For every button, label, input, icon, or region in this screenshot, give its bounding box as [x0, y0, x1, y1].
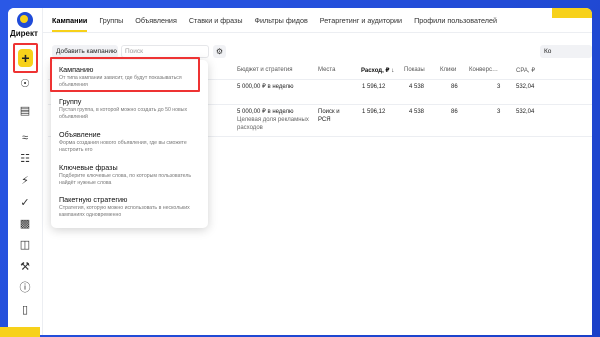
menu-item-title: Объявление [59, 130, 101, 139]
folder-icon[interactable]: ▯ [18, 303, 32, 317]
info-icon[interactable]: ⓘ [18, 281, 32, 295]
cell-spend: 1 596,12 [362, 109, 386, 115]
tab-ads[interactable]: Объявления [135, 16, 177, 32]
waves-icon[interactable]: ≈ [18, 131, 32, 145]
tab-retargeting[interactable]: Ретаргетинг и аудитории [320, 16, 402, 32]
menu-item-highlight [50, 57, 200, 92]
lightning-icon[interactable]: ⚡ [18, 174, 32, 188]
menu-item-keywords[interactable]: Ключевые фразы Подберите ключевые слова,… [59, 163, 204, 186]
tab-groups[interactable]: Группы [99, 16, 123, 32]
cell-impressions: 4 538 [409, 84, 425, 90]
direct-logo-icon[interactable] [17, 12, 33, 28]
menu-item-desc: Пустая группа, в которой можно создать д… [59, 107, 188, 120]
brand-name: Директ [10, 29, 38, 38]
menu-item-desc: Форма создания нового объявления, где вы… [59, 140, 187, 153]
cell-budget-strategy: Целевая доля рекламных расходов [237, 117, 309, 131]
cell-budget: 5 000,00 ₽ в неделю [237, 84, 294, 90]
col-places[interactable]: Места [318, 67, 335, 73]
wallet-icon[interactable]: ▤ [18, 104, 32, 118]
bar-chart-icon[interactable]: ▩ [18, 217, 32, 231]
col-cpa[interactable]: CPA, ₽ [516, 67, 535, 74]
apps-icon[interactable]: ◫ [18, 238, 32, 252]
corner-accent [552, 8, 592, 18]
cell-budget: 5 000,00 ₽ в неделю [237, 109, 294, 115]
menu-item-title: Пакетную стратегию [59, 195, 128, 204]
menu-item-ad[interactable]: Объявление Форма создания нового объявле… [59, 130, 204, 153]
corner-accent [0, 327, 40, 337]
cell-cpa: 532,04 [516, 109, 535, 115]
menu-item-title: Группу [59, 97, 82, 106]
tab-user-profiles[interactable]: Профили пользователей [414, 16, 497, 32]
columns-button[interactable]: Ко [540, 45, 592, 58]
col-conversions[interactable]: Конверс… [469, 67, 498, 73]
menu-item-title: Ключевые фразы [59, 163, 118, 172]
col-budget[interactable]: Бюджет и стратегия [237, 67, 293, 73]
app-window: Директ + ☉ ▤ ≈ ☷ ⚡ ✓ ▩ ◫ ⚒ ⓘ ▯ Кампании … [8, 8, 592, 335]
menu-item-package-strategy[interactable]: Пакетную стратегию Стратегия, которую мо… [59, 195, 204, 218]
menu-item-desc: Стратегия, которую можно использовать в … [59, 205, 190, 218]
create-highlight: + [13, 43, 38, 73]
menu-item-desc: Подберите ключевые слова, по которым пол… [59, 173, 192, 186]
cell-clicks: 86 [451, 84, 458, 90]
cell-conversions: 3 [497, 109, 501, 115]
cell-places: Поиск и РСЯ [318, 109, 340, 123]
tab-campaigns[interactable]: Кампании [52, 16, 88, 32]
tab-feed-filters[interactable]: Фильтры фидов [255, 16, 308, 32]
section-tabs: Кампании Группы Объявления Ставки и фраз… [52, 16, 497, 32]
menu-item-group[interactable]: Группу Пустая группа, в которой можно со… [59, 97, 204, 120]
cell-conversions: 3 [497, 84, 501, 90]
create-button[interactable]: + [18, 49, 33, 67]
user-icon[interactable]: ☉ [18, 77, 32, 91]
list-icon[interactable]: ☷ [18, 152, 32, 166]
filter-settings-icon[interactable]: ⚙ [213, 45, 226, 58]
check-circle-icon[interactable]: ✓ [18, 196, 32, 210]
col-clicks[interactable]: Клики [440, 67, 456, 73]
tab-bids[interactable]: Ставки и фразы [189, 16, 243, 32]
col-impressions[interactable]: Показы [404, 67, 425, 73]
cell-clicks: 86 [451, 109, 458, 115]
cell-impressions: 4 538 [409, 109, 425, 115]
tabs-divider [43, 32, 592, 33]
left-rail: Директ + ☉ ▤ ≈ ☷ ⚡ ✓ ▩ ◫ ⚒ ⓘ ▯ [8, 8, 43, 335]
col-spend[interactable]: Расход, ₽ ↓ [361, 67, 394, 74]
cell-cpa: 532,04 [516, 84, 535, 90]
cell-spend: 1 596,12 [362, 84, 386, 90]
wrench-icon[interactable]: ⚒ [18, 260, 32, 274]
